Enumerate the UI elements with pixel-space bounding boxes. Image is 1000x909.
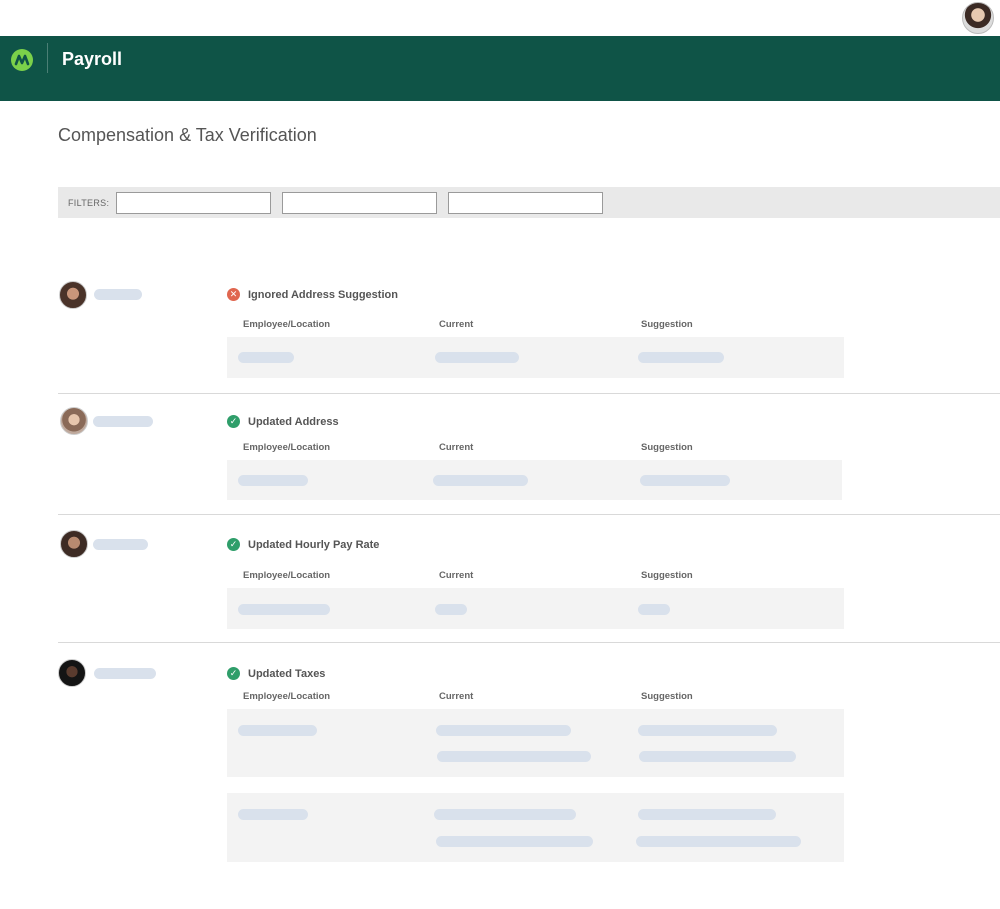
column-header-suggestion: Suggestion [641, 691, 693, 702]
employee-name-placeholder [93, 416, 153, 427]
page-title: Compensation & Tax Verification [58, 125, 317, 145]
current-value-placeholder [436, 836, 593, 847]
filter-input-3[interactable] [448, 192, 603, 214]
record-title: Updated Taxes [248, 668, 326, 680]
suggestion-value-placeholder [638, 725, 777, 736]
suggestion-value-placeholder [638, 604, 670, 615]
record-title: Updated Hourly Pay Rate [248, 539, 380, 551]
column-header-current: Current [439, 570, 474, 581]
suggestion-value-placeholder [639, 751, 796, 762]
change-detail-panel [227, 793, 844, 862]
payroll-logo-icon[interactable] [10, 48, 34, 72]
employee-name-placeholder [93, 539, 148, 550]
check-circle-icon: ✓ [227, 667, 240, 680]
current-value-placeholder [435, 352, 519, 363]
app-header [0, 36, 1000, 101]
employee-avatar [59, 281, 87, 309]
employee-location-placeholder [238, 352, 294, 363]
user-avatar[interactable] [962, 2, 994, 34]
change-detail-panel [227, 709, 844, 777]
employee-avatar [60, 407, 88, 435]
employee-location-placeholder [238, 475, 308, 486]
current-value-placeholder [433, 475, 528, 486]
employee-location-placeholder [238, 809, 308, 820]
current-value-placeholder [435, 604, 467, 615]
filter-input-2[interactable] [282, 192, 437, 214]
record-title: Ignored Address Suggestion [248, 289, 398, 301]
current-value-placeholder [437, 751, 591, 762]
column-header-current: Current [439, 319, 474, 330]
employee-name-placeholder [94, 668, 156, 679]
column-header-current: Current [439, 691, 474, 702]
column-header-suggestion: Suggestion [641, 570, 693, 581]
top-bar [0, 0, 1000, 36]
employee-location-placeholder [238, 604, 330, 615]
current-value-placeholder [436, 725, 571, 736]
suggestion-value-placeholder [638, 809, 776, 820]
row-divider [58, 393, 1000, 394]
x-circle-icon: ✕ [227, 288, 240, 301]
employee-avatar [60, 530, 88, 558]
check-circle-icon: ✓ [227, 415, 240, 428]
current-value-placeholder [434, 809, 576, 820]
filters-label: FILTERS: [68, 198, 110, 208]
record-title: Updated Address [248, 416, 339, 428]
filter-input-1[interactable] [116, 192, 271, 214]
column-header-employee: Employee/Location [243, 319, 331, 330]
app-title: Payroll [62, 49, 123, 69]
suggestion-value-placeholder [640, 475, 730, 486]
change-detail-panel [227, 337, 844, 378]
column-header-current: Current [439, 442, 474, 453]
header-divider [47, 43, 48, 73]
column-header-employee: Employee/Location [243, 691, 331, 702]
row-divider [58, 642, 1000, 643]
column-header-suggestion: Suggestion [641, 442, 693, 453]
row-divider [58, 514, 1000, 515]
check-circle-icon: ✓ [227, 538, 240, 551]
column-header-suggestion: Suggestion [641, 319, 693, 330]
column-header-employee: Employee/Location [243, 442, 331, 453]
suggestion-value-placeholder [638, 352, 724, 363]
employee-name-placeholder [94, 289, 142, 300]
suggestion-value-placeholder [636, 836, 801, 847]
change-detail-panel [227, 460, 842, 500]
employee-avatar [58, 659, 86, 687]
employee-location-placeholder [238, 725, 317, 736]
column-header-employee: Employee/Location [243, 570, 331, 581]
